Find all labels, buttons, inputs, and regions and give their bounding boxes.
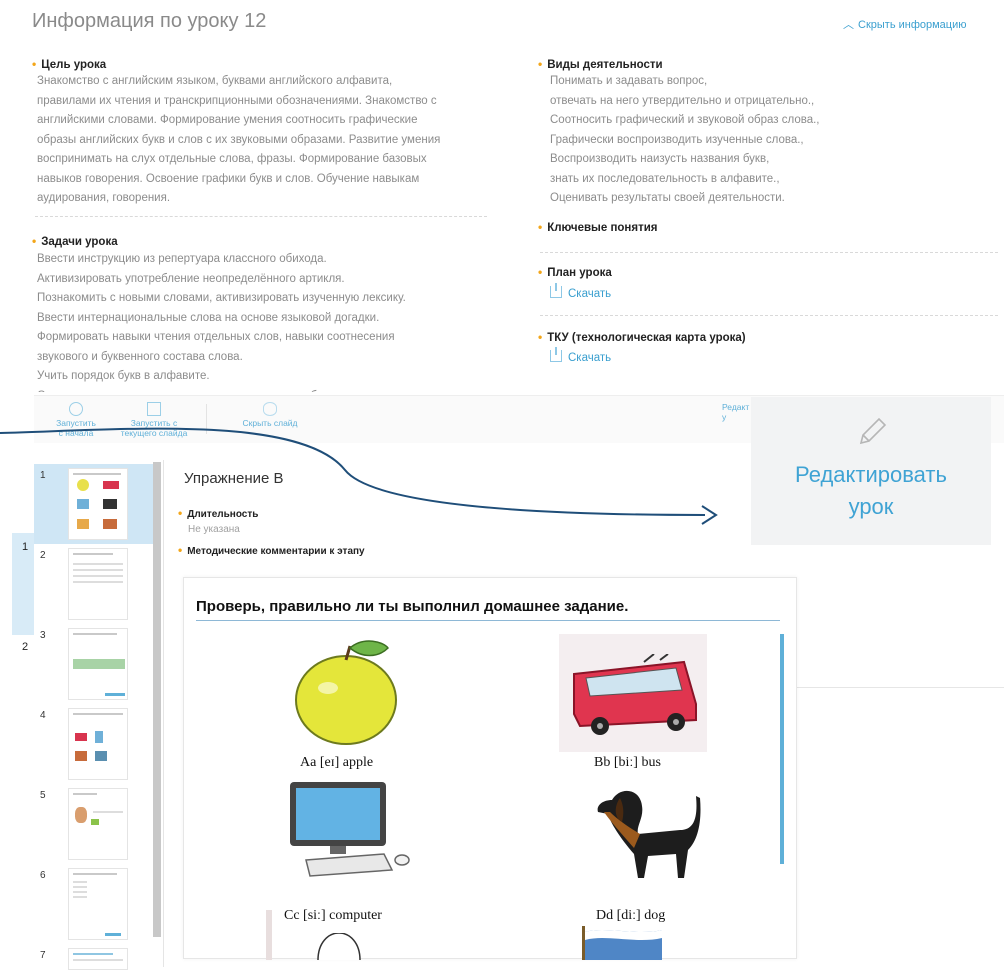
bus-image (573, 654, 697, 735)
tku-download-label: Скачать (568, 352, 612, 364)
dog-caption: Dd [diː] dog (596, 908, 666, 923)
edit-lesson-callout[interactable]: Редактировать урок (751, 397, 991, 545)
hide-info-link[interactable]: ︿ Скрыть информацию (843, 16, 967, 32)
row-number: 1 (22, 541, 29, 553)
slide-thumbnail[interactable]: 5 (34, 784, 154, 864)
activities-heading-label: Виды деятельности (547, 59, 663, 71)
page-title: Информация по уроку 12 (32, 10, 267, 32)
computer-image (290, 782, 410, 877)
bullet-icon: • (32, 57, 37, 71)
tku-download-link[interactable]: Скачать (550, 347, 612, 364)
hide-info-label: Скрыть информацию (858, 19, 967, 31)
goal-heading-label: Цель урока (41, 59, 107, 71)
bullet-icon: • (32, 234, 37, 248)
bullet-icon: • (538, 330, 543, 344)
bullet-icon: • (538, 265, 543, 279)
image-fragment (266, 910, 272, 960)
pointer-arrow (0, 427, 718, 525)
computer-caption: Cc [siː] computer (284, 908, 382, 923)
thumbnail-preview (68, 708, 128, 780)
tasks-heading: • Задачи урока (32, 234, 118, 248)
divider (35, 216, 487, 217)
thumbnail-number: 2 (40, 550, 46, 561)
bullet-icon: • (178, 543, 183, 557)
thumbnail-preview (68, 868, 128, 940)
slide-thumbnail[interactable]: 4 (34, 704, 154, 784)
lesson-info-panel: Информация по уроку 12 ︿ Скрыть информаци… (0, 0, 1004, 400)
thumbnail-number: 7 (40, 950, 46, 961)
plan-download-link[interactable]: Скачать (550, 283, 612, 300)
thumbnail-number: 5 (40, 790, 46, 801)
pencil-icon (859, 417, 887, 445)
edit-lesson-label: Редактировать урок (795, 462, 947, 519)
download-icon (550, 347, 562, 362)
slide-question: Проверь, правильно ли ты выполнил домашн… (196, 598, 629, 615)
slide-scrollbar[interactable] (780, 634, 784, 864)
tasks-heading-label: Задачи урока (41, 236, 118, 248)
tku-heading-label: ТКУ (технологическая карта урока) (547, 332, 746, 344)
flag-image (582, 926, 662, 960)
plan-heading: • План урока (538, 265, 612, 279)
method-comments-label: Методические комментарии к этапу (187, 546, 365, 557)
goal-heading: • Цель урока (32, 57, 106, 71)
slide-thumbnail[interactable]: 7 (34, 944, 154, 970)
divider (540, 252, 998, 253)
row-number: 2 (22, 641, 29, 653)
divider (540, 315, 998, 316)
bullet-icon: • (538, 57, 543, 71)
dog-image (597, 790, 701, 878)
slide-thumbnail[interactable]: 6 (34, 864, 154, 944)
key-concepts-label: Ключевые понятия (547, 222, 658, 234)
thumbnail-number: 4 (40, 710, 46, 721)
thumbnail-preview (68, 548, 128, 620)
plan-download-label: Скачать (568, 288, 612, 300)
slide-preview: Проверь, правильно ли ты выполнил домашн… (183, 577, 797, 960)
apple-image (295, 640, 397, 745)
slide-divider (196, 620, 780, 621)
goal-text: Знакомство с английским языком, буквами … (37, 75, 441, 204)
thumbnail-number: 3 (40, 630, 46, 641)
thumbnail-number: 6 (40, 870, 46, 881)
chevron-up-icon: ︿ (843, 19, 854, 31)
bus-caption: Bb [biː] bus (594, 755, 661, 770)
tku-heading: • ТКУ (технологическая карта урока) (538, 330, 746, 344)
egg-image (317, 933, 361, 960)
thumbnail-preview (68, 628, 128, 700)
apple-caption: Aa [eɪ] apple (300, 755, 374, 770)
activities-text: Понимать и задавать вопрос, отвечать на … (550, 75, 820, 204)
tasks-text: Ввести инструкцию из репертуара классног… (37, 253, 406, 392)
bullet-icon: • (538, 220, 543, 234)
thumbnail-preview (68, 788, 128, 860)
slide-thumbnail[interactable]: 3 (34, 624, 154, 704)
plan-heading-label: План урока (547, 267, 612, 279)
key-concepts-heading: • Ключевые понятия (538, 220, 658, 234)
download-icon (550, 283, 562, 298)
activities-heading: • Виды деятельности (538, 57, 663, 71)
method-comments-heading: • Методические комментарии к этапу (178, 543, 365, 557)
slide-thumbnail[interactable]: 2 (34, 544, 154, 624)
